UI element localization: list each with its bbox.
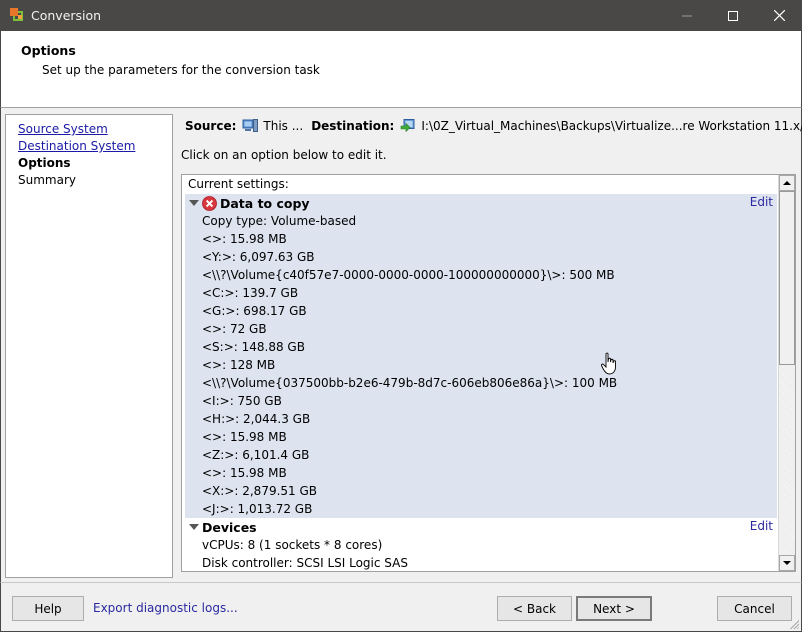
setting-row: <H:>: 2,044.3 GB (202, 412, 311, 426)
setting-row: <C:>: 139.7 GB (202, 286, 299, 300)
scroll-down-button[interactable] (779, 555, 795, 571)
group-title: Devices (202, 519, 257, 535)
setting-row: <>: 15.98 MB (202, 466, 287, 480)
setting-row: <X:>: 2,879.51 GB (202, 484, 318, 498)
vertical-scrollbar[interactable] (778, 175, 795, 571)
wizard-header: Options Set up the parameters for the co… (0, 31, 802, 108)
setting-row: <\\?\Volume{c40f57e7-0000-0000-0000-1000… (202, 268, 615, 282)
destination-value: I:\0Z_Virtual_Machines\Backups\Virtualiz… (421, 119, 802, 133)
setting-row: <I:>: 750 GB (202, 394, 282, 408)
setting-row: <Z:>: 6,101.4 GB (202, 448, 310, 462)
wizard-steps-nav: Source System Destination System Options… (5, 114, 173, 578)
title-bar: Conversion (0, 0, 802, 31)
nav-item-summary: Summary (18, 173, 76, 187)
nav-item-options: Options (18, 156, 71, 170)
close-button[interactable] (756, 0, 802, 31)
current-settings-label: Current settings: (188, 177, 289, 191)
source-destination-summary: Source: This ... Destination: I:\0Z_Virt… (185, 119, 802, 133)
setting-row: <>: 72 GB (202, 322, 267, 336)
source-label: Source: (185, 119, 237, 133)
setting-row: Copy type: Volume-based (202, 214, 357, 228)
back-button[interactable]: < Back (497, 596, 572, 621)
help-button[interactable]: Help (12, 596, 84, 621)
vm-export-icon (401, 119, 415, 133)
wizard-body: Source System Destination System Options… (0, 108, 802, 582)
setting-row: <>: 15.98 MB (202, 430, 287, 444)
wizard-footer: Help Export diagnostic logs... < Back Ne… (0, 582, 802, 632)
source-value: This ... (263, 119, 304, 133)
minimize-button[interactable] (664, 0, 710, 31)
cancel-button[interactable]: Cancel (717, 596, 792, 621)
destination-label: Destination: (311, 119, 395, 133)
page-title: Options (21, 43, 76, 58)
settings-group-devices[interactable]: Devices Edit vCPUs: 8 (1 sockets * 8 cor… (185, 518, 777, 571)
computer-icon (242, 119, 259, 132)
setting-row: <Y:>: 6,097.63 GB (202, 250, 315, 264)
setting-row: Disk controller: SCSI LSI Logic SAS (202, 556, 408, 570)
window-title: Conversion (31, 8, 102, 23)
collapse-triangle-icon[interactable] (189, 200, 199, 206)
minimize-icon (682, 15, 692, 16)
setting-row: <J:>: 1,013.72 GB (202, 502, 313, 516)
scroll-up-button[interactable] (779, 175, 795, 191)
scrollbar-thumb[interactable] (779, 191, 795, 365)
edit-link[interactable]: Edit (750, 519, 773, 533)
next-button[interactable]: Next > (576, 596, 652, 621)
setting-row: <S:>: 148.88 GB (202, 340, 305, 354)
setting-row: vCPUs: 8 (1 sockets * 8 cores) (202, 538, 383, 552)
setting-row: <G:>: 698.17 GB (202, 304, 307, 318)
group-title: Data to copy (220, 195, 310, 211)
current-settings-list[interactable]: Current settings: Data to copy Edit Copy… (181, 174, 796, 572)
page-subtitle: Set up the parameters for the conversion… (42, 63, 320, 77)
edit-hint: Click on an option below to edit it. (181, 148, 387, 162)
setting-row: <\\?\Volume{037500bb-b2e6-479b-8d7c-606e… (202, 376, 618, 390)
error-icon (202, 195, 217, 211)
maximize-icon (728, 10, 738, 21)
arrow-up-icon (783, 181, 791, 185)
group-header[interactable]: Devices Edit (185, 518, 777, 536)
edit-link[interactable]: Edit (750, 195, 773, 209)
nav-item-source-system[interactable]: Source System (18, 122, 108, 136)
settings-group-data-to-copy[interactable]: Data to copy Edit Copy type: Volume-base… (185, 194, 777, 518)
export-diagnostic-logs-link[interactable]: Export diagnostic logs... (93, 601, 238, 615)
close-icon (773, 10, 785, 21)
nav-item-destination-system[interactable]: Destination System (18, 139, 135, 153)
maximize-button[interactable] (710, 0, 756, 31)
setting-row: <>: 128 MB (202, 358, 276, 372)
collapse-triangle-icon[interactable] (189, 524, 199, 530)
group-header[interactable]: Data to copy Edit (185, 194, 777, 212)
resize-grip[interactable] (789, 619, 799, 629)
arrow-down-icon (783, 561, 791, 565)
setting-row: <>: 15.98 MB (202, 232, 287, 246)
app-icon (10, 8, 23, 21)
